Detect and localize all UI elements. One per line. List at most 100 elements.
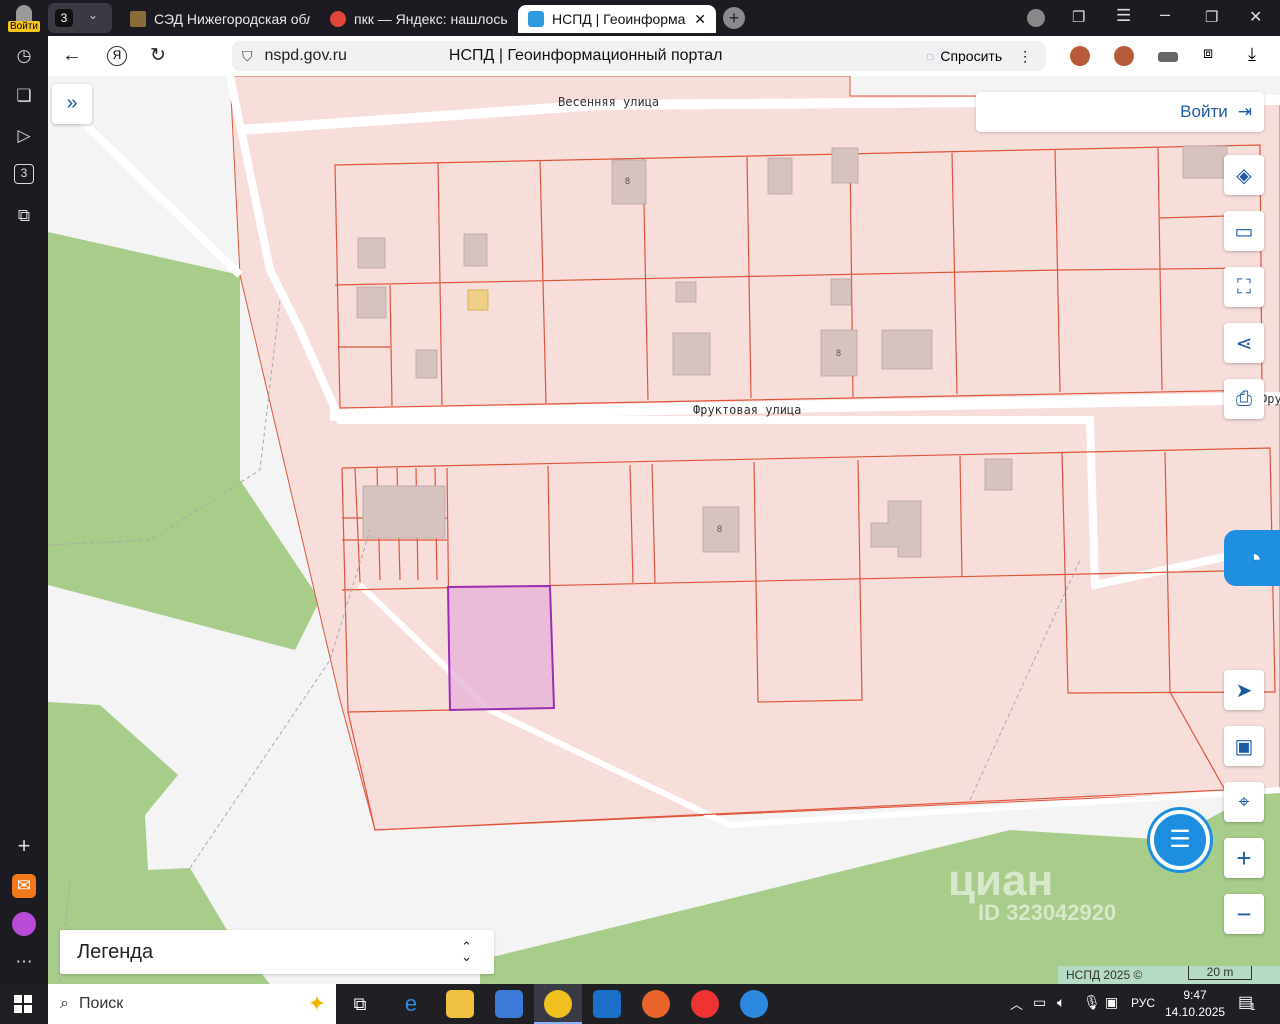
collections-icon[interactable]: ❐ <box>1072 8 1085 26</box>
download-icon[interactable]: ⤓ <box>1248 44 1256 65</box>
firefox-icon[interactable] <box>642 990 670 1018</box>
ask-button[interactable]: ◌ Спросить ⋮ <box>916 41 1046 71</box>
more-icon[interactable]: ⋯ <box>12 950 36 974</box>
login-label: Войти <box>1180 102 1228 121</box>
site-icon <box>130 11 146 27</box>
task-view-icon[interactable]: ⧉ <box>346 990 374 1018</box>
history-icon[interactable]: ◷ <box>12 44 36 68</box>
tab-yandex-search[interactable]: пкк — Яндекс: нашлось 1( <box>320 5 510 33</box>
new-tab-button[interactable]: + <box>723 7 745 29</box>
reload-button[interactable]: ↻ <box>150 44 166 67</box>
select-area-button[interactable]: ⛶ <box>1224 267 1264 307</box>
attribution-bar: НСПД 2025 © 20 m <box>1058 966 1280 984</box>
menu-icon[interactable]: ☰ <box>1116 6 1131 26</box>
add-icon[interactable]: + <box>12 834 36 858</box>
legend-label: Легенда <box>77 940 154 963</box>
mail-icon[interactable]: ✉ <box>12 874 36 898</box>
yandex-icon[interactable] <box>691 990 719 1018</box>
collections-icon[interactable]: ❏ <box>12 84 36 108</box>
profile-button[interactable]: Войти <box>4 3 42 33</box>
search-placeholder: Поиск <box>78 995 124 1012</box>
extension-icon[interactable] <box>1114 46 1134 66</box>
expand-panel-button[interactable]: » <box>52 84 92 124</box>
tab-bar: Войти 3 ⌄ СЭД Нижегородская обл пкк — Ян… <box>0 0 1280 36</box>
login-button[interactable]: Войти ⇥ <box>976 92 1264 132</box>
url-text: nspd.gov.ru <box>264 47 347 64</box>
explorer-icon[interactable] <box>446 990 474 1018</box>
house-number: 8 <box>625 176 631 186</box>
video-icon[interactable]: ▷ <box>12 124 36 148</box>
date: 14.10.2025 <box>1165 1005 1226 1019</box>
mic-icon[interactable]: 🎙︎ <box>1083 994 1101 1011</box>
search-location-button[interactable]: ⌖ <box>1224 782 1264 822</box>
ruler-button[interactable]: ▭ <box>1224 211 1264 251</box>
close-window-button[interactable]: ✕ <box>1249 7 1262 27</box>
maximize-button[interactable]: ❐ <box>1205 8 1218 26</box>
account-icon[interactable] <box>1027 9 1045 27</box>
map-layer <box>48 76 1280 984</box>
share-button[interactable]: ⋖ <box>1224 323 1264 363</box>
zoom-in-button[interactable]: + <box>1224 838 1264 878</box>
tab-label: НСПД | Геоинформаци <box>552 11 686 27</box>
ie-icon[interactable]: e <box>397 990 425 1018</box>
house-number: 8 <box>717 524 723 534</box>
tab-count: 3 <box>55 9 73 27</box>
login-icon: ⇥ <box>1237 102 1252 121</box>
tray-chevron-icon[interactable]: ︿ <box>1010 994 1023 1013</box>
extension-icon[interactable] <box>1070 46 1090 66</box>
close-icon[interactable]: ✕ <box>694 11 706 28</box>
more-icon[interactable]: ⋮ <box>1018 48 1032 65</box>
assistant-button[interactable]: ◔ <box>1224 530 1280 586</box>
back-button[interactable]: ← <box>62 44 82 67</box>
app-tray-icon[interactable]: ▣ <box>1105 994 1118 1011</box>
minimize-button[interactable]: – <box>1160 4 1170 25</box>
yandex-icon <box>330 11 346 27</box>
outlook-icon[interactable] <box>593 990 621 1018</box>
layers-button[interactable]: ◈ <box>1224 155 1264 195</box>
tabs-badge-icon[interactable]: 3 <box>14 164 34 184</box>
chat-button[interactable]: ☰ <box>1150 810 1210 870</box>
search-box[interactable]: ⌕ Поиск ✦ <box>48 984 336 1024</box>
address-bar: ← Я ↻ ⛉ nspd.gov.ru НСПД | Геоинформацио… <box>48 36 1280 76</box>
shield-icon: ⛉ <box>242 47 253 64</box>
store-icon[interactable] <box>495 990 523 1018</box>
yandex-button[interactable]: Я <box>107 46 127 66</box>
tab-sed[interactable]: СЭД Нижегородская обл <box>120 5 310 33</box>
alice-icon: ◌ <box>926 48 935 64</box>
notifications-icon[interactable]: ▤ 1 <box>1238 992 1256 1013</box>
tab-group-button[interactable]: 3 ⌄ <box>48 3 112 33</box>
territory-zone <box>229 76 1280 831</box>
expand-icon: ⌃ ⌄ <box>461 939 472 964</box>
screenshot-icon[interactable]: ⧉ <box>12 204 36 228</box>
legend-panel[interactable]: Легенда ⌃ ⌄ <box>60 930 494 974</box>
street-label-vesennyaya: Весенняя улица <box>558 95 660 109</box>
minimap-button[interactable]: ▣ <box>1224 726 1264 766</box>
url-field[interactable]: ⛉ nspd.gov.ru НСПД | Геоинформационный п… <box>232 41 958 71</box>
print-button[interactable]: ⎙ <box>1224 379 1264 419</box>
site-icon <box>528 11 544 27</box>
house-number: 8 <box>836 348 842 358</box>
zoom-out-button[interactable]: − <box>1224 894 1264 934</box>
wallet-icon[interactable]: ⧈ <box>1203 45 1213 63</box>
tab-nspd[interactable]: НСПД | Геоинформаци ✕ <box>518 5 716 33</box>
profile-label: Войти <box>8 21 40 32</box>
yandex-browser-icon[interactable] <box>534 984 582 1024</box>
app-icon[interactable] <box>740 990 768 1018</box>
start-button[interactable] <box>14 995 32 1013</box>
alice-icon[interactable] <box>12 912 36 936</box>
language-indicator[interactable]: РУС <box>1131 996 1155 1010</box>
browser-sidebar: ◷ ❏ ▷ 3 ⧉ + ✉ ⋯ <box>0 36 48 984</box>
map-canvas[interactable]: Весенняя улица Фруктовая улица Фру 8 8 8… <box>48 76 1280 984</box>
network-icon[interactable]: ▭ <box>1033 994 1046 1011</box>
extension-icon[interactable] <box>1158 52 1178 62</box>
selected-parcel <box>446 584 556 712</box>
chevron-down-icon: ⌄ <box>88 8 99 22</box>
watermark: циан ID 323042920 <box>948 856 1117 925</box>
attribution: НСПД 2025 © <box>1066 968 1143 982</box>
geolocation-button[interactable]: ➤ <box>1224 670 1264 710</box>
volume-icon[interactable]: 🔈︎ <box>1057 994 1065 1011</box>
street-label-fruktovaya: Фруктовая улица <box>693 403 802 417</box>
page-title: НСПД | Геоинформационный портал <box>448 47 723 64</box>
clock[interactable]: 9:47 14.10.2025 <box>1165 987 1225 1021</box>
notification-count: 1 <box>1250 1002 1256 1013</box>
